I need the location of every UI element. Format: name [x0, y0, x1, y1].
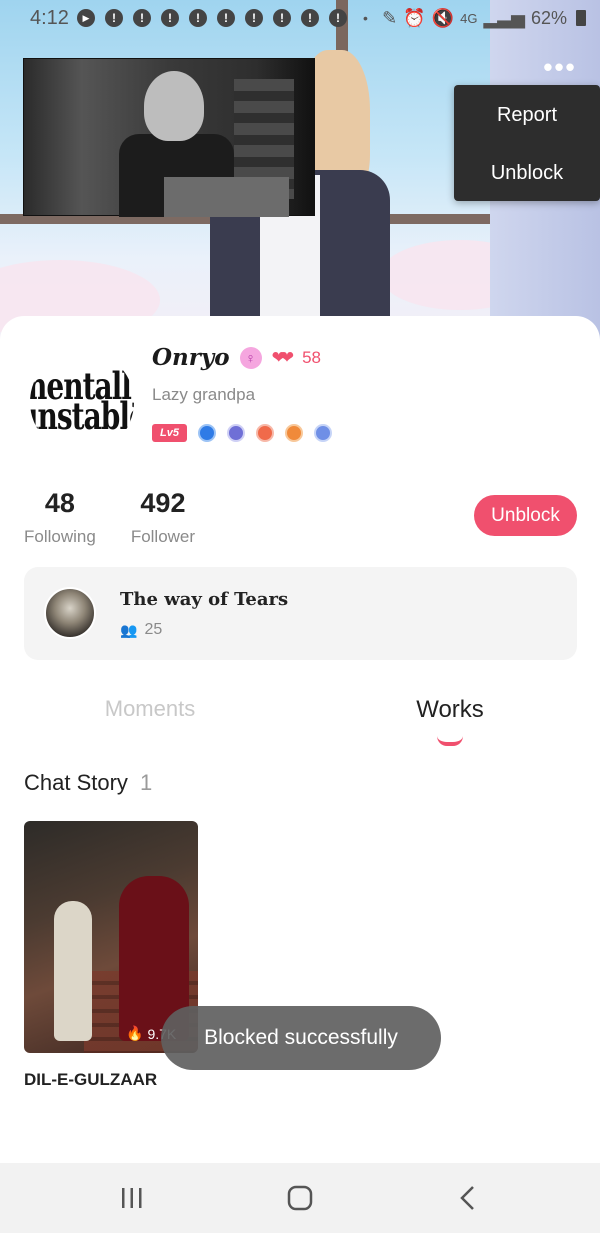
toast-message: Blocked successfully — [161, 1006, 441, 1070]
unblock-button[interactable]: Unblock — [474, 495, 577, 536]
menu-item-unblock[interactable]: Unblock — [454, 143, 600, 201]
mute-icon: 🔇 — [431, 7, 455, 28]
fanclub-avatar — [44, 587, 96, 639]
following-stat[interactable]: 48 Following — [24, 488, 96, 547]
home-button[interactable] — [260, 1163, 340, 1233]
stats-row: 48 Following 492 Follower — [24, 488, 230, 547]
network-label: 4G — [460, 10, 478, 26]
following-label: Following — [24, 527, 96, 546]
alert-icon: ! — [104, 9, 123, 27]
hearts-icon: ❤❤ — [271, 347, 294, 367]
avatar-text-line2: unstable — [30, 394, 134, 439]
female-icon: ♀ — [239, 346, 262, 369]
content-tabs: Moments Works — [0, 696, 600, 746]
people-icon: 👥 — [120, 621, 138, 638]
recents-icon — [122, 1188, 142, 1208]
heart-count: 58 — [302, 347, 322, 367]
follower-label: Follower — [130, 527, 196, 546]
alert-icon: ! — [132, 9, 151, 27]
fanclub-member-count: 25 — [144, 621, 163, 638]
status-bar: 4:12 ▶ ! ! ! ! ! ! ! ! ! • ✎ ⏰ 🔇 4G ▂▃▅ … — [0, 0, 600, 36]
battery-icon — [576, 10, 586, 26]
battery-percent: 62% — [530, 7, 567, 28]
pen-icon: ✎ — [382, 7, 398, 28]
more-notifications-dot: • — [362, 10, 368, 26]
badge-row: Lv5 — [152, 424, 332, 442]
user-bio: Lazy grandpa — [152, 385, 256, 404]
more-options-button[interactable]: ••• — [540, 54, 580, 81]
video-desk — [164, 177, 289, 217]
follower-stat[interactable]: 492 Follower — [131, 488, 195, 547]
section-count: 1 — [139, 770, 153, 795]
following-count: 48 — [44, 488, 75, 518]
alert-icon: ! — [160, 9, 179, 27]
active-tab-indicator — [437, 736, 463, 746]
options-menu: Report Unblock — [454, 85, 600, 201]
recents-button[interactable] — [92, 1163, 172, 1233]
section-title: Chat Story — [24, 770, 128, 795]
follower-count: 492 — [140, 488, 186, 518]
alert-icon: ! — [244, 9, 263, 27]
status-right: ✎ ⏰ 🔇 4G ▂▃▅ 62% — [382, 8, 586, 29]
alert-icon: ! — [328, 9, 347, 27]
alert-icon: ! — [188, 9, 207, 27]
book-badge-icon[interactable] — [226, 424, 245, 442]
home-icon — [287, 1185, 313, 1211]
menu-item-report[interactable]: Report — [454, 85, 600, 143]
signal-icon: ▂▃▅ — [483, 7, 525, 28]
back-icon — [460, 1186, 474, 1210]
avatar[interactable]: mentally unstable — [30, 350, 134, 454]
name-row: Onryo ♀ ❤❤ 58 — [152, 344, 321, 371]
tab-moments[interactable]: Moments — [50, 696, 250, 722]
story-title[interactable]: DIL-E-GULZAAR — [24, 1070, 157, 1090]
blue-badge-icon[interactable] — [313, 424, 332, 442]
play-icon: ▶ — [76, 9, 95, 27]
username: Onryo — [152, 344, 230, 371]
video-person-head — [144, 71, 204, 141]
chat-story-heading: Chat Story 1 — [24, 770, 152, 796]
orange-badge-icon[interactable] — [255, 424, 274, 442]
alert-icon: ! — [216, 9, 235, 27]
status-time: 4:12 — [30, 6, 69, 29]
back-button[interactable] — [428, 1163, 508, 1233]
alarm-icon: ⏰ — [403, 7, 426, 28]
alert-icon: ! — [272, 9, 291, 27]
picture-in-picture-video[interactable] — [23, 58, 315, 217]
fanclub-card[interactable]: The way of Tears 👥 25 — [24, 567, 577, 660]
level-badge[interactable]: Lv5 — [152, 424, 187, 442]
gold-badge-icon[interactable] — [284, 424, 303, 442]
story-cover-figure-groom — [54, 901, 92, 1041]
flame-icon: 🔥 — [126, 1025, 144, 1041]
fanclub-members: 👥 25 — [120, 621, 162, 639]
water-badge-icon[interactable] — [197, 424, 216, 442]
tab-works[interactable]: Works — [350, 696, 550, 724]
fanclub-title: The way of Tears — [120, 589, 289, 610]
system-nav-bar — [0, 1163, 600, 1233]
alert-icon: ! — [300, 9, 319, 27]
